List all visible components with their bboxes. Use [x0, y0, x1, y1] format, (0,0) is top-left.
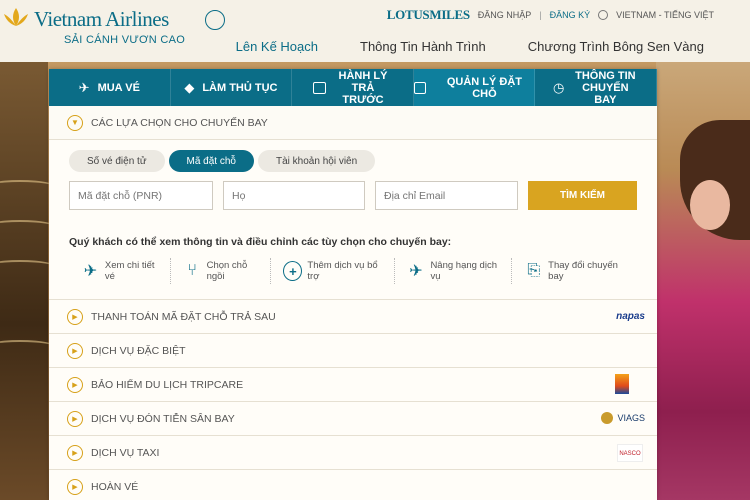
chevron-right-icon[interactable]: ▶	[67, 444, 83, 461]
options-info-text: Quý khách có thể xem thông tin và điều c…	[69, 236, 452, 248]
tab-label: QUẢN LÝ ĐẶT CHỖ	[446, 75, 523, 100]
tab-prepaid-baggage[interactable]: HÀNH LÝ TRẢ TRƯỚC	[292, 69, 414, 106]
plane-detail-icon: ✈	[83, 263, 98, 280]
row-travel-insurance[interactable]: ▶ BẢO HIỂM DU LỊCH TRIPCARE	[49, 368, 657, 402]
booking-icon	[413, 81, 427, 94]
skyteam-badge-icon	[205, 10, 225, 30]
luggage-icon	[312, 81, 326, 94]
user-icon[interactable]	[598, 10, 609, 20]
row-label: BẢO HIỂM DU LỊCH TRIPCARE	[91, 378, 244, 391]
tab-manage-booking[interactable]: QUẢN LÝ ĐẶT CHỖ	[413, 69, 536, 106]
action-view-ticket[interactable]: ✈ Xem chi tiết vé	[69, 258, 171, 284]
site-header: Vietnam Airlines SẢI CÁNH VƯƠN CAO LOTUS…	[0, 0, 750, 62]
action-label: Nâng hạng dịch vụ	[430, 260, 497, 282]
action-select-seat[interactable]: ⑂ Chọn chỗ ngồi	[171, 258, 272, 284]
flight-options-body: Số vé điện tử Mã đặt chỗ Tài khoản hội v…	[49, 140, 657, 300]
logo-text[interactable]: Vietnam Airlines	[34, 7, 169, 32]
tab-label: MUA VÉ	[97, 81, 140, 94]
row-label: DỊCH VỤ ĐẶC BIỆT	[91, 344, 186, 357]
face-decor	[690, 180, 730, 230]
viags-logo: VIAGS	[601, 412, 645, 424]
row-special-services[interactable]: ▶ DỊCH VỤ ĐẶC BIỆT	[49, 334, 657, 368]
nasco-logo: NASCO	[617, 444, 643, 462]
viags-text: VIAGS	[617, 413, 645, 423]
viags-mark	[601, 412, 614, 424]
logo-tagline: SẢI CÁNH VƯƠN CAO	[64, 34, 186, 46]
ticket-icon: ◆	[184, 79, 195, 95]
row-refund[interactable]: ▶ HOÀN VÉ	[49, 470, 657, 500]
pvi-logo	[615, 374, 629, 394]
tab-buy-ticket[interactable]: ✈ MUA VÉ	[49, 69, 171, 106]
nav-plan[interactable]: Lên Kế Hoạch	[236, 39, 318, 54]
action-label: Xem chi tiết vé	[104, 260, 155, 282]
action-add-services[interactable]: + Thêm dịch vụ bổ trợ	[271, 258, 395, 284]
booking-tabs: ✈ MUA VÉ ◆ LÀM THỦ TỤC HÀNH LÝ TRẢ TRƯỚC…	[49, 69, 657, 106]
section-title: CÁC LỰA CHỌN CHO CHUYẾN BAY	[91, 116, 268, 129]
lotus-logo-icon[interactable]	[0, 6, 32, 32]
tab-label: THÔNG TIN CHUYẾN BAY	[575, 69, 636, 106]
pnr-input[interactable]	[69, 181, 213, 210]
napas-logo: napas	[616, 311, 645, 322]
search-form: TÌM KIẾM	[69, 181, 637, 210]
row-label: DỊCH VỤ TAXI	[91, 446, 160, 459]
chevron-down-icon[interactable]: ▼	[67, 114, 83, 131]
upgrade-icon: ✈	[409, 263, 423, 280]
action-upgrade[interactable]: ✈ Nâng hạng dịch vụ	[395, 258, 513, 284]
search-type-segments: Số vé điện tử Mã đặt chỗ Tài khoản hội v…	[69, 150, 637, 172]
action-label: Chọn chỗ ngồi	[206, 260, 248, 282]
chevron-right-icon[interactable]: ▶	[67, 478, 83, 495]
chevron-right-icon[interactable]: ▶	[67, 410, 83, 427]
action-label: Thay đổi chuyến bay	[548, 260, 618, 282]
row-taxi[interactable]: ▶ DỊCH VỤ TAXI NASCO	[49, 436, 657, 470]
top-links: LOTUSMILES ĐĂNG NHẬP | ĐĂNG KÝ VIETNAM -…	[387, 7, 714, 23]
tab-label: LÀM THỦ TỤC	[202, 81, 278, 94]
row-pay-later[interactable]: ▶ THANH TOÁN MÃ ĐẶT CHỖ TRẢ SAU napas	[49, 300, 657, 334]
tab-label: HÀNH LÝ TRẢ TRƯỚC	[338, 69, 388, 106]
booking-panel: ✈ MUA VÉ ◆ LÀM THỦ TỤC HÀNH LÝ TRẢ TRƯỚC…	[49, 69, 657, 500]
lotusmiles-link[interactable]: LOTUSMILES	[387, 7, 470, 23]
nav-itinerary[interactable]: Thông Tin Hành Trình	[360, 39, 486, 54]
chevron-right-icon[interactable]: ▶	[67, 342, 83, 359]
tab-flight-info[interactable]: ◷ THÔNG TIN CHUYẾN BAY	[535, 69, 657, 106]
change-ticket-icon: ⎘	[527, 262, 541, 279]
chevron-right-icon[interactable]: ▶	[67, 308, 83, 325]
row-label: THANH TOÁN MÃ ĐẶT CHỖ TRẢ SAU	[91, 310, 276, 323]
flight-options-header[interactable]: ▼ CÁC LỰA CHỌN CHO CHUYẾN BAY	[49, 106, 657, 140]
tab-check-in[interactable]: ◆ LÀM THỦ TỤC	[171, 69, 293, 106]
segment-member-account[interactable]: Tài khoản hội viên	[258, 150, 376, 172]
row-label: HOÀN VÉ	[91, 480, 139, 493]
plus-icon: +	[283, 261, 303, 281]
airplane-icon: ✈	[78, 79, 90, 95]
action-label: Thêm dịch vụ bổ trợ	[307, 260, 378, 282]
row-label: DỊCH VỤ ĐÓN TIỄN SÂN BAY	[91, 412, 235, 425]
search-button[interactable]: TÌM KIẾM	[528, 181, 637, 210]
language-selector[interactable]: VIETNAM - TIẾNG VIỆT	[616, 10, 714, 20]
action-change-flight[interactable]: ⎘ Thay đổi chuyến bay	[512, 258, 637, 284]
segment-pnr[interactable]: Mã đặt chỗ	[168, 150, 254, 172]
email-input[interactable]	[375, 181, 518, 210]
booking-actions: ✈ Xem chi tiết vé ⑂ Chọn chỗ ngồi + Thêm…	[69, 258, 637, 284]
nav-lotus-program[interactable]: Chương Trình Bông Sen Vàng	[528, 39, 704, 54]
chevron-right-icon[interactable]: ▶	[67, 376, 83, 393]
background-person	[656, 60, 750, 500]
clock-icon: ◷	[553, 79, 565, 95]
segment-eticket[interactable]: Số vé điện tử	[69, 150, 165, 172]
seat-icon: ⑂	[187, 262, 197, 279]
divider: |	[539, 10, 542, 20]
background-left-decor	[0, 60, 48, 500]
surname-input[interactable]	[223, 181, 365, 210]
login-link[interactable]: ĐĂNG NHẬP	[478, 10, 532, 20]
main-nav: Lên Kế Hoạch Thông Tin Hành Trình Chương…	[236, 39, 704, 54]
register-link[interactable]: ĐĂNG KÝ	[550, 10, 591, 20]
row-airport-transfer[interactable]: ▶ DỊCH VỤ ĐÓN TIỄN SÂN BAY VIAGS	[49, 402, 657, 436]
